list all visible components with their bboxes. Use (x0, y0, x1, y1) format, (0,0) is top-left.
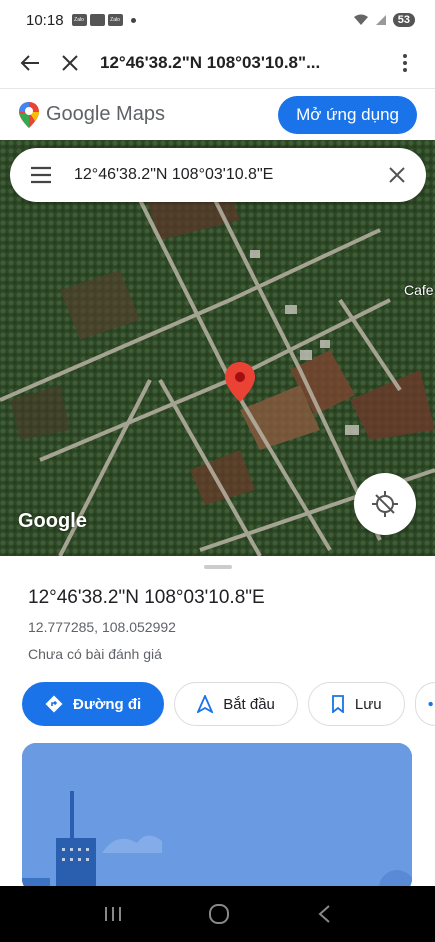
system-nav-bar (0, 886, 435, 942)
street-view-preview[interactable] (22, 743, 412, 893)
bookmark-icon (332, 695, 344, 713)
close-icon (62, 55, 78, 71)
open-app-button[interactable]: Mở ứng dụng (278, 95, 417, 134)
maps-banner: Google Maps Mở ứng dụng (0, 88, 435, 140)
clear-search-icon[interactable] (388, 166, 406, 184)
action-chips: Đường đi Bắt đầu Lưu (22, 682, 435, 726)
share-icon (428, 701, 433, 707)
battery-indicator: 53 (392, 13, 415, 27)
navigation-arrow-icon (197, 695, 214, 713)
status-time: 10:18 (26, 11, 64, 29)
directions-button[interactable]: Đường đi (22, 682, 165, 726)
zalo-notification-icon: Zalo (71, 14, 87, 26)
more-notifications-dot-icon (130, 17, 136, 23)
city-illustration (22, 743, 412, 893)
place-sheet[interactable]: 12°46'38.2"N 108°03'10.8"E 12.777285, 10… (0, 556, 435, 893)
save-label: Lưu (354, 695, 382, 713)
drag-handle[interactable] (204, 565, 232, 569)
save-button[interactable]: Lưu (307, 682, 405, 726)
google-maps-logo: Google Maps (18, 101, 165, 129)
page-title: 12°46'38.2"N 108°03'10.8"... (100, 53, 321, 72)
close-tab-button[interactable] (52, 45, 88, 81)
back-button[interactable] (12, 45, 48, 81)
search-query[interactable]: 12°46'38.2"N 108°03'10.8"E (74, 166, 388, 184)
start-button[interactable]: Bắt đầu (174, 682, 298, 726)
zalo-notification-icon: Zalo (107, 14, 123, 26)
menu-icon[interactable] (30, 166, 52, 184)
directions-label: Đường đi (73, 695, 142, 713)
back-nav-icon[interactable] (316, 904, 332, 924)
google-watermark: Google (18, 510, 87, 532)
my-location-button[interactable] (354, 473, 416, 535)
review-status: Chưa có bài đánh giá (28, 646, 162, 662)
status-bar: 10:18 Zalo Zalo 53 (0, 0, 435, 40)
browser-toolbar: 12°46'38.2"N 108°03'10.8"... (0, 40, 435, 86)
arrow-left-icon (20, 55, 39, 71)
start-label: Bắt đầu (223, 695, 275, 713)
decimal-coordinates: 12.777285, 108.052992 (28, 619, 176, 635)
google-maps-wordmark: Google Maps (46, 103, 165, 125)
map-search-bar[interactable]: 12°46'38.2"N 108°03'10.8"E (10, 148, 426, 202)
wifi-icon (353, 14, 368, 25)
map-place-label[interactable]: Cafe (404, 282, 434, 298)
more-vert-icon (403, 54, 407, 72)
map-pin-logo-icon (19, 101, 39, 128)
recent-apps-icon[interactable] (103, 905, 123, 923)
location-disabled-icon (372, 491, 398, 517)
share-button[interactable] (414, 682, 435, 726)
browser-menu-button[interactable] (387, 45, 423, 81)
directions-icon (45, 695, 63, 713)
screenshot-notification-icon (89, 14, 105, 26)
signal-icon (375, 15, 386, 25)
place-title: 12°46'38.2"N 108°03'10.8"E (28, 587, 265, 608)
home-icon[interactable] (208, 903, 230, 925)
notification-icons: Zalo Zalo (71, 14, 136, 26)
